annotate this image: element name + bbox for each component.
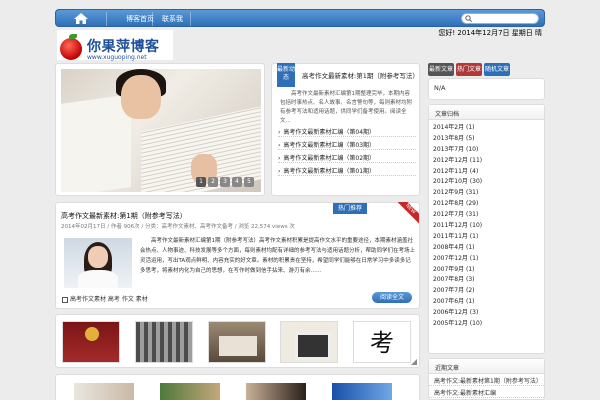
gallery-thumb[interactable]	[135, 321, 193, 363]
logo-text: 你果萍博客	[87, 39, 160, 55]
recent-post-item[interactable]: 高考作文:最新素材汇编	[429, 386, 544, 398]
slide-pager: 1 2 3 4 5	[196, 177, 254, 187]
image-gallery-2	[55, 374, 420, 400]
leaf-icon	[69, 34, 77, 39]
gallery-thumb[interactable]	[62, 321, 120, 363]
gallery-thumb[interactable]	[160, 383, 220, 400]
slide-page-1[interactable]: 1	[196, 177, 206, 187]
archive-item[interactable]: 2006年12月 (3)	[433, 308, 544, 319]
site-logo[interactable]: 你果萍博客 www.xuguoping.net	[57, 30, 173, 61]
archive-title: 文章归档	[429, 105, 544, 120]
archive-item[interactable]: 2013年8月 (5)	[433, 134, 544, 145]
archive-item[interactable]: 2012年10月 (30)	[433, 177, 544, 188]
nav-item-blog-home[interactable]: 博客首页	[126, 14, 154, 24]
news-list: 高考作文最新素材汇编（第04期） 高考作文最新素材汇编（第03期） 高考作文最新…	[278, 124, 416, 176]
date-weather-greeting: 您好! 2014年12月7日 星期日 晴	[438, 29, 542, 37]
gallery-thumb[interactable]	[332, 383, 392, 400]
article-card: 热门推荐 NEW 高考作文最新素材:第1期（附参考写法） 2014年02月17日…	[55, 202, 420, 309]
thumb-body	[78, 270, 118, 288]
archive-item[interactable]: 2014年2月 (1)	[433, 123, 544, 134]
archive-item[interactable]: 2007年6月 (1)	[433, 297, 544, 308]
tab-popular[interactable]: 热门文章	[456, 63, 482, 76]
news-list-item[interactable]: 高考作文最新素材汇编（第04期）	[278, 124, 416, 137]
article-meta: 2014年02月17日 / 作者 906次 / 分类：高考作文素材、高考作文备考…	[61, 224, 295, 230]
search-box	[461, 13, 539, 24]
recent-post-item[interactable]: 高考作文:最新素材第1期（附参考写法）	[429, 374, 544, 386]
gallery-thumb[interactable]	[208, 321, 266, 363]
news-badge: 最新动态	[277, 63, 295, 87]
slide-page-4[interactable]: 4	[232, 177, 242, 187]
slide-page-2[interactable]: 2	[208, 177, 218, 187]
news-list-item[interactable]: 高考作文最新素材汇编（第02期）	[278, 150, 416, 163]
new-ribbon-label: NEW	[397, 202, 419, 224]
tab-latest[interactable]: 最新文章	[428, 63, 454, 76]
resize-handle-icon	[411, 359, 417, 365]
gallery-thumb[interactable]	[280, 321, 338, 363]
home-icon[interactable]	[74, 13, 88, 24]
slide-face	[121, 75, 161, 119]
archive-item[interactable]: 2011年12月 (10)	[433, 221, 544, 232]
archive-item[interactable]: 2012年11月 (4)	[433, 167, 544, 178]
article-title[interactable]: 高考作文最新素材:第1期（附参考写法）	[61, 211, 187, 221]
tag-icon	[62, 296, 68, 303]
logo-url: www.xuguoping.net	[87, 54, 147, 61]
search-icon[interactable]	[465, 15, 472, 22]
slide-image[interactable]	[61, 69, 261, 192]
archive-item[interactable]: 2007年8月 (3)	[433, 275, 544, 286]
article-thumbnail[interactable]	[64, 238, 132, 288]
nav-separator	[152, 12, 153, 26]
news-excerpt: 高考作文最新素材汇编第1期整理完毕，本期内容 包括时事热点、名人故事、名言警句等…	[280, 91, 413, 124]
archive-item[interactable]: 2012年9月 (31)	[433, 188, 544, 199]
archive-item[interactable]: 2012年8月 (29)	[433, 199, 544, 210]
nav-separator	[106, 12, 107, 26]
image-gallery: 考	[55, 314, 420, 368]
sidebar-tabs: 最新文章 热门文章 随机文章	[428, 63, 510, 76]
featured-slideshow: 1 2 3 4 5	[55, 63, 265, 196]
archive-item[interactable]: 2011年11月 (1)	[433, 232, 544, 243]
recent-title: 近期文章	[429, 359, 544, 374]
slide-paper-left	[61, 94, 131, 192]
tab-random[interactable]: 随机文章	[484, 63, 510, 76]
gallery-thumb[interactable]	[74, 383, 134, 400]
archive-item[interactable]: 2005年12月 (10)	[433, 319, 544, 330]
recent-posts-widget: 近期文章 高考作文:最新素材第1期（附参考写法） 高考作文:最新素材汇编	[428, 358, 545, 400]
archive-item[interactable]: 2007年12月 (1)	[433, 254, 544, 265]
news-headline[interactable]: 高考作文最新素材:第1期（附参考写法）	[302, 70, 419, 80]
archive-item[interactable]: 2007年7月 (2)	[433, 286, 544, 297]
article-body: 高考作文最新素材汇编第1期（附参考写法）高考作文素材积累是提高作文水平的重要途径…	[140, 238, 416, 274]
article-tags: 高考作文素材 高考 作文 素材	[62, 294, 148, 303]
new-ribbon: NEW	[397, 202, 419, 224]
nav-item-contact[interactable]: 联系我	[162, 14, 183, 24]
archive-widget: 文章归档 2014年2月 (1) 2013年8月 (5) 2013年7月 (10) 2…	[428, 104, 545, 354]
article-category-tag[interactable]: 热门推荐	[333, 203, 367, 214]
latest-news-panel: 最新动态 高考作文最新素材:第1期（附参考写法） 高考作文最新素材汇编第1期整理…	[271, 63, 420, 196]
archive-item[interactable]: 2012年12月 (11)	[433, 156, 544, 167]
top-nav-bar: 博客首页 联系我	[55, 9, 545, 27]
gallery-thumb-kao[interactable]: 考	[353, 321, 411, 363]
archive-item[interactable]: 2012年7月 (31)	[433, 210, 544, 221]
news-list-item[interactable]: 高考作文最新素材汇编（第03期）	[278, 137, 416, 150]
archive-item[interactable]: 2008年4月 (1)	[433, 243, 544, 254]
article-tags-text[interactable]: 高考作文素材 高考 作文 素材	[70, 296, 148, 303]
apple-logo-icon	[60, 38, 82, 60]
archive-item[interactable]: 2007年9月 (1)	[433, 265, 544, 276]
search-input[interactable]	[474, 14, 536, 23]
slide-page-5[interactable]: 5	[244, 177, 254, 187]
archive-item[interactable]: 2013年7月 (10)	[433, 145, 544, 156]
nav-separator	[190, 12, 191, 26]
sidebar-tab-content: N/A	[428, 78, 545, 100]
gallery-thumb[interactable]	[246, 383, 306, 400]
read-more-button[interactable]: 阅读全文	[372, 292, 412, 303]
news-list-item[interactable]: 高考作文最新素材汇编（第01期）	[278, 163, 416, 176]
archive-list: 2014年2月 (1) 2013年8月 (5) 2013年7月 (10) 2012年1…	[429, 120, 544, 330]
slide-page-3[interactable]: 3	[220, 177, 230, 187]
thumb-face	[88, 246, 108, 268]
